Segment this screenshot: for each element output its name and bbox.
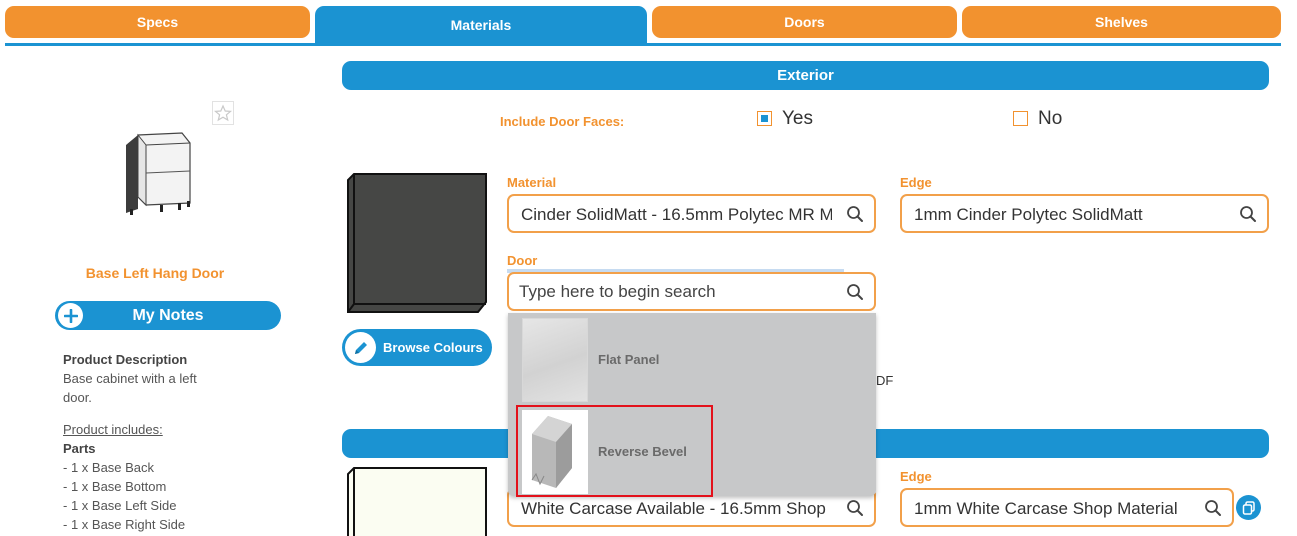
my-notes-button[interactable]: My Notes <box>55 301 281 330</box>
flat-panel-thumbnail <box>522 318 588 402</box>
plus-icon <box>58 303 83 328</box>
carcase-edge-label: Edge <box>900 469 932 484</box>
description-title: Product Description <box>63 352 188 367</box>
obscured-text: DF <box>876 373 894 388</box>
material-field[interactable]: Cinder SolidMatt - 16.5mm Polytec MR MDF <box>507 194 876 233</box>
part-item: - 1 x Base Bottom <box>63 479 167 494</box>
favourite-button[interactable] <box>212 101 234 125</box>
part-item: - 1 x Base Left Side <box>63 498 177 513</box>
search-icon[interactable] <box>1204 499 1222 517</box>
yes-label: Yes <box>782 108 813 129</box>
tab-label: Shelves <box>1095 14 1148 30</box>
door-search-input[interactable] <box>519 280 839 304</box>
product-includes: Product includes: Parts - 1 x Base Back … <box>63 420 185 534</box>
material-value: Cinder SolidMatt - 16.5mm Polytec MR MDF <box>521 205 832 224</box>
no-label: No <box>1038 108 1063 129</box>
edge-label: Edge <box>900 175 932 190</box>
tab-specs[interactable]: Specs <box>5 6 310 38</box>
door-search-field[interactable] <box>507 272 876 311</box>
tab-label: Materials <box>450 17 512 33</box>
tab-label: Doors <box>784 14 825 30</box>
browse-colours-label: Browse Colours <box>383 340 483 355</box>
tab-materials[interactable]: Materials <box>315 6 647 44</box>
edge-field[interactable]: 1mm Cinder Polytec SolidMatt <box>900 194 1269 233</box>
search-icon[interactable] <box>846 205 864 223</box>
tab-label: Specs <box>136 14 179 30</box>
part-item: - 1 x Base Back <box>63 460 155 475</box>
star-icon <box>213 104 233 122</box>
tab-shelves[interactable]: Shelves <box>962 6 1281 38</box>
carcase-edge-value: 1mm White Carcase Shop Material <box>914 499 1178 518</box>
product-name: Base Left Hang Door <box>85 265 225 281</box>
no-checkbox[interactable] <box>1013 111 1028 126</box>
carcase-colour-swatch <box>347 467 487 536</box>
tab-doors[interactable]: Doors <box>652 6 957 38</box>
search-icon[interactable] <box>1239 205 1257 223</box>
my-notes-label: My Notes <box>132 306 204 324</box>
yes-checkbox[interactable] <box>757 111 772 126</box>
tabs-underline <box>5 43 1281 46</box>
material-label: Material <box>507 175 557 190</box>
parts-title: Parts <box>63 441 96 456</box>
search-icon[interactable] <box>846 283 864 301</box>
pencil-icon <box>345 332 376 363</box>
description-line: Base cabinet with a left <box>63 371 197 386</box>
exterior-section-header: Exterior <box>342 61 1269 90</box>
door-option-flat-panel[interactable]: Flat Panel <box>508 315 876 405</box>
product-includes-link[interactable]: Product includes: <box>63 422 163 437</box>
product-description: Product Description Base cabinet with a … <box>63 350 197 407</box>
copy-icon <box>1242 500 1255 515</box>
description-line: door. <box>63 390 92 405</box>
exterior-title: Exterior <box>777 67 834 84</box>
include-door-faces-label: Include Door Faces: <box>500 114 625 129</box>
exterior-colour-swatch <box>347 173 487 313</box>
copy-button[interactable] <box>1236 495 1261 520</box>
browse-colours-button[interactable]: Browse Colours <box>342 329 492 366</box>
carcase-material-value: White Carcase Available - 16.5mm Shop Ma… <box>521 499 832 518</box>
door-option-label: Flat Panel <box>598 352 660 367</box>
edge-value: 1mm Cinder Polytec SolidMatt <box>914 205 1143 224</box>
door-label: Door <box>507 253 538 268</box>
selection-highlight <box>516 405 713 497</box>
search-icon[interactable] <box>846 499 864 517</box>
carcase-edge-field[interactable]: 1mm White Carcase Shop Material <box>900 488 1234 527</box>
part-item: - 1 x Base Right Side <box>63 517 186 532</box>
cabinet-image <box>126 132 191 215</box>
